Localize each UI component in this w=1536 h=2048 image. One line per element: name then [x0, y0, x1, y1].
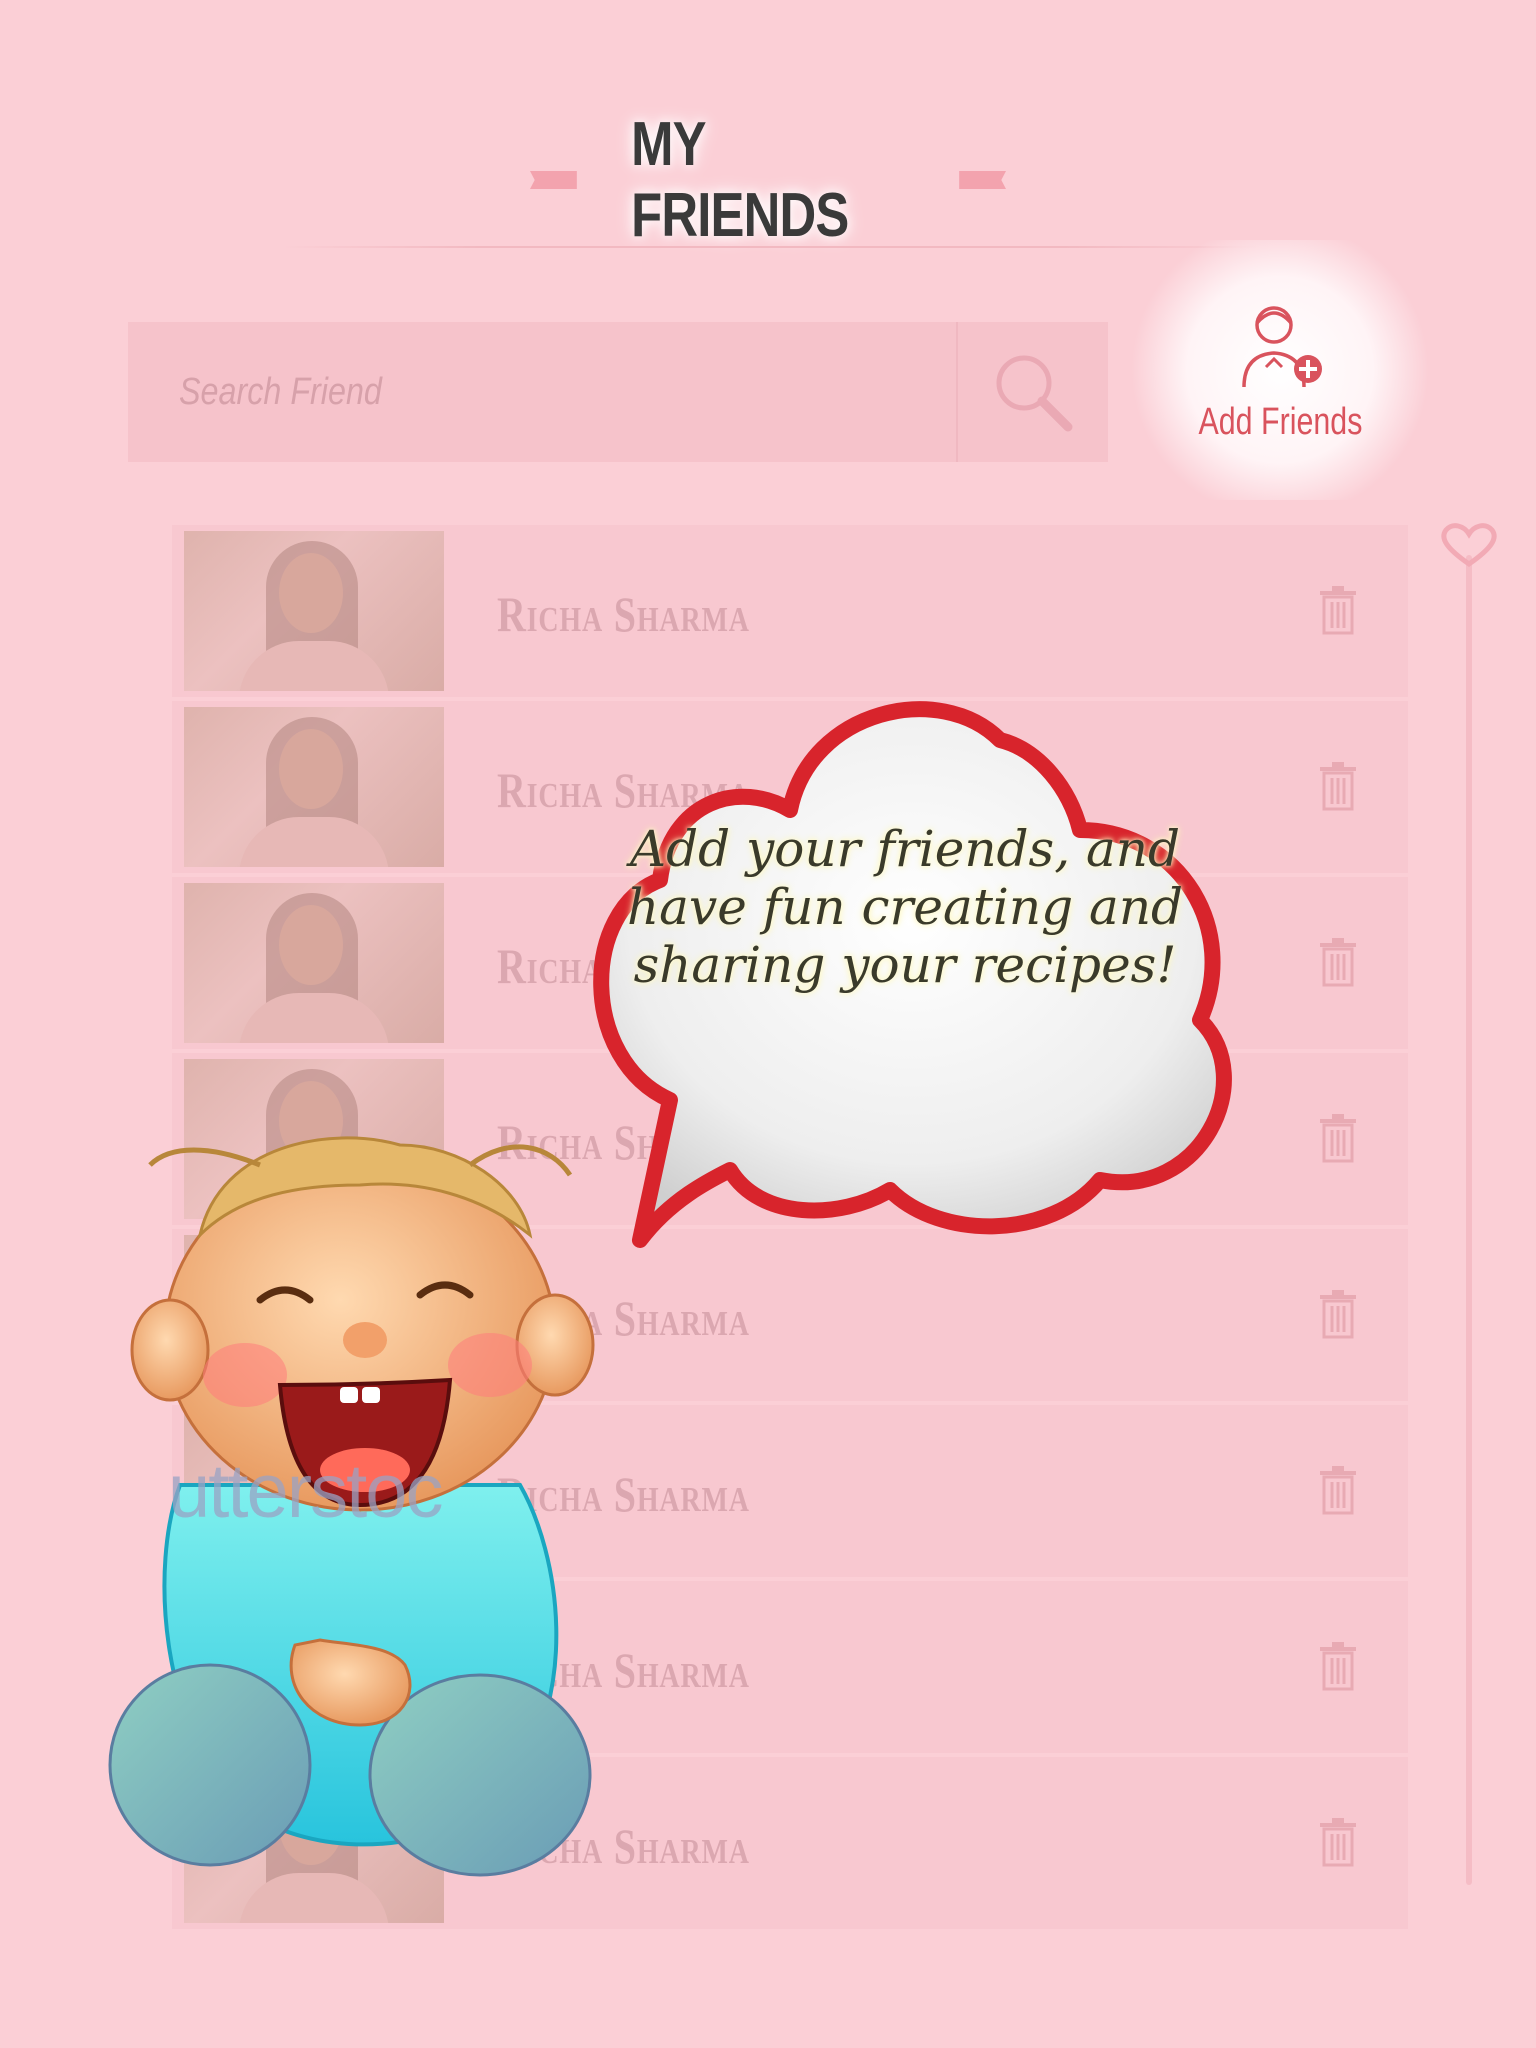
trash-icon[interactable] — [1318, 1817, 1358, 1867]
add-friends-button[interactable]: Add Friends — [1120, 240, 1440, 500]
trash-icon[interactable] — [1318, 1113, 1358, 1163]
avatar — [184, 707, 444, 867]
search-icon — [996, 355, 1073, 432]
avatar — [184, 531, 444, 691]
trash-icon[interactable] — [1318, 1465, 1358, 1515]
add-friends-label: Add Friends — [1198, 400, 1362, 443]
heart-icon[interactable] — [1436, 520, 1502, 570]
trash-icon[interactable] — [1318, 937, 1358, 987]
page-title: MY FRIENDS — [630, 110, 849, 250]
avatar — [184, 883, 444, 1043]
title-divider — [283, 246, 1260, 248]
title-decoration-left — [530, 171, 577, 189]
title-decoration-right — [959, 171, 1006, 189]
friend-name: Richa Sharma — [497, 586, 750, 642]
trash-icon[interactable] — [1318, 1641, 1358, 1691]
title-group: MY FRIENDS — [530, 110, 1006, 250]
search-input[interactable] — [128, 322, 832, 462]
trash-icon[interactable] — [1318, 761, 1358, 811]
friend-row[interactable]: Richa Sharma — [172, 525, 1408, 697]
add-user-icon — [1242, 305, 1322, 387]
scrollbar-track[interactable] — [1466, 555, 1472, 1885]
search-bar — [128, 322, 1108, 462]
bubble-text: Add your friends, and have fun creating … — [626, 820, 1184, 994]
search-button[interactable] — [956, 322, 1108, 462]
watermark: utterstoc — [168, 1449, 443, 1534]
trash-icon[interactable] — [1318, 1289, 1358, 1339]
trash-icon[interactable] — [1318, 585, 1358, 635]
